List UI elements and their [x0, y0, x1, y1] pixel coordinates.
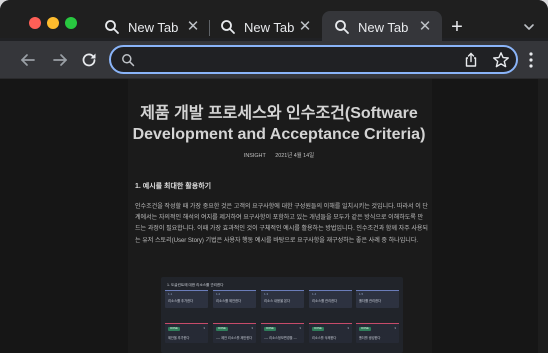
card-tag: 1.5 — [359, 292, 364, 296]
forward-arrow-icon[interactable] — [51, 51, 69, 69]
search-icon — [105, 20, 119, 34]
story-points: 3 — [394, 326, 396, 330]
status-badge: DONE — [168, 327, 180, 331]
diagram-card: 1.3 리소스 내용을 본다 — [261, 290, 304, 308]
chevron-down-icon[interactable] — [521, 19, 537, 35]
tab-close-icon[interactable]: ✕ — [184, 18, 202, 36]
search-icon — [221, 20, 235, 34]
card-text: 리소스 내용을 본다 — [264, 299, 291, 303]
card-accent — [213, 290, 256, 291]
diagram-story-card: DONE 3 ---- 리소스정보변경을 --- — [261, 323, 304, 343]
tab-label: New Tab — [244, 19, 295, 35]
card-accent — [309, 290, 352, 291]
card-text: 리소스를 제안한다 — [216, 299, 242, 303]
search-icon — [335, 20, 349, 34]
story-map-diagram: 1. 도글컨트에 대한 리소스를 관리한다 1.1 리소스를 추가한다 1.2 … — [161, 277, 403, 353]
back-arrow-icon[interactable] — [19, 51, 37, 69]
article-paragraph: 인수조건을 작성할 때 가장 중요한 것은 고객의 요구사항에 대한 구성원들의… — [135, 203, 428, 244]
reload-icon[interactable] — [80, 51, 98, 69]
tab-close-icon[interactable]: ✕ — [416, 18, 434, 36]
page-viewport[interactable]: 제품 개발 프로세스와 인수조건(Software Development an… — [0, 79, 548, 353]
card-tag: 1.2 — [216, 292, 221, 296]
story-points: 3 — [251, 326, 253, 330]
story-points: 3 — [347, 326, 349, 330]
article-date: 2021년 4월 14일 — [275, 153, 315, 159]
card-accent — [356, 323, 399, 324]
maximize-window-button[interactable] — [65, 17, 77, 29]
story-points: 3 — [203, 326, 205, 330]
status-badge: DONE — [216, 327, 228, 331]
tab-new-tab-1[interactable]: New Tab ✕ — [92, 13, 210, 41]
new-tab-button[interactable]: + — [447, 16, 467, 40]
share-icon[interactable] — [463, 52, 479, 68]
card-tag: 1.3 — [264, 292, 269, 296]
diagram-card: 1.4 리소스를 관리한다 — [309, 290, 352, 308]
close-window-button[interactable] — [29, 17, 41, 29]
card-tag: 1.1 — [168, 292, 173, 296]
card-text: ---- 리소스정보변경을 --- — [264, 336, 297, 340]
diagram-card: 1.5 폴더를 관리한다 — [356, 290, 399, 308]
card-accent — [213, 323, 256, 324]
story-points: 3 — [299, 326, 301, 330]
address-bar[interactable] — [109, 45, 518, 74]
card-text: 폴더를 생성한다 — [359, 336, 381, 340]
status-badge: DONE — [359, 327, 371, 331]
article-meta: INSIGHT 2021년 4월 14일 — [130, 151, 428, 159]
diagram-card: 1.1 리소스를 추가한다 — [165, 290, 208, 308]
status-badge: DONE — [264, 327, 276, 331]
browser-window: New Tab ✕ New Tab ✕ New Tab ✕ + 제품 개발 프로… — [0, 0, 548, 353]
tab-strip: New Tab ✕ New Tab ✕ New Tab ✕ + — [0, 0, 548, 43]
card-accent — [261, 290, 304, 291]
kebab-menu-icon[interactable] — [527, 51, 535, 69]
status-badge: DONE — [312, 327, 324, 331]
article-title: 제품 개발 프로세스와 인수조건(Software Development an… — [132, 105, 426, 143]
card-text: 리소스를 삭제한다 — [312, 336, 337, 340]
diagram-story-card: DONE 3 리소스를 삭제한다 — [309, 323, 352, 343]
diagram-card: 1.2 리소스를 제안한다 — [213, 290, 256, 308]
card-accent — [165, 290, 208, 291]
card-text: ---- 제안 리소스를 제안한다 — [216, 336, 253, 340]
card-accent — [309, 323, 352, 324]
card-accent — [261, 323, 304, 324]
address-input[interactable] — [143, 50, 443, 70]
bookmark-star-icon[interactable] — [492, 51, 510, 69]
card-text: 리소스를 관리한다 — [312, 299, 338, 303]
card-text: 폴더를 관리한다 — [359, 299, 382, 303]
card-accent — [165, 323, 208, 324]
section-heading: 1. 예시를 최대한 활용하기 — [135, 183, 212, 190]
diagram-story-card: DONE 3 폴더를 생성한다 — [356, 323, 399, 343]
diagram-story-card: DONE 3 제안을 추가한다 — [165, 323, 208, 343]
diagram-story-card: DONE 3 ---- 제안 리소스를 제안한다 — [213, 323, 256, 343]
tab-label: New Tab — [358, 19, 409, 35]
browser-toolbar — [0, 41, 548, 79]
card-text: 제안을 추가한다 — [168, 336, 190, 340]
tab-label: New Tab — [128, 19, 179, 35]
search-icon — [122, 54, 135, 67]
tab-close-icon[interactable]: ✕ — [296, 18, 314, 36]
scrollbar-track[interactable] — [538, 79, 548, 353]
card-text: 리소스를 추가한다 — [168, 299, 194, 303]
card-tag: 1.4 — [312, 292, 317, 296]
article-category[interactable]: INSIGHT — [244, 153, 266, 159]
tab-new-tab-active[interactable]: New Tab ✕ — [322, 11, 442, 43]
diagram-title: 1. 도글컨트에 대한 리소스를 관리한다 — [167, 283, 224, 287]
card-accent — [356, 290, 399, 291]
minimize-window-button[interactable] — [47, 17, 59, 29]
tab-new-tab-2[interactable]: New Tab ✕ — [208, 13, 322, 41]
